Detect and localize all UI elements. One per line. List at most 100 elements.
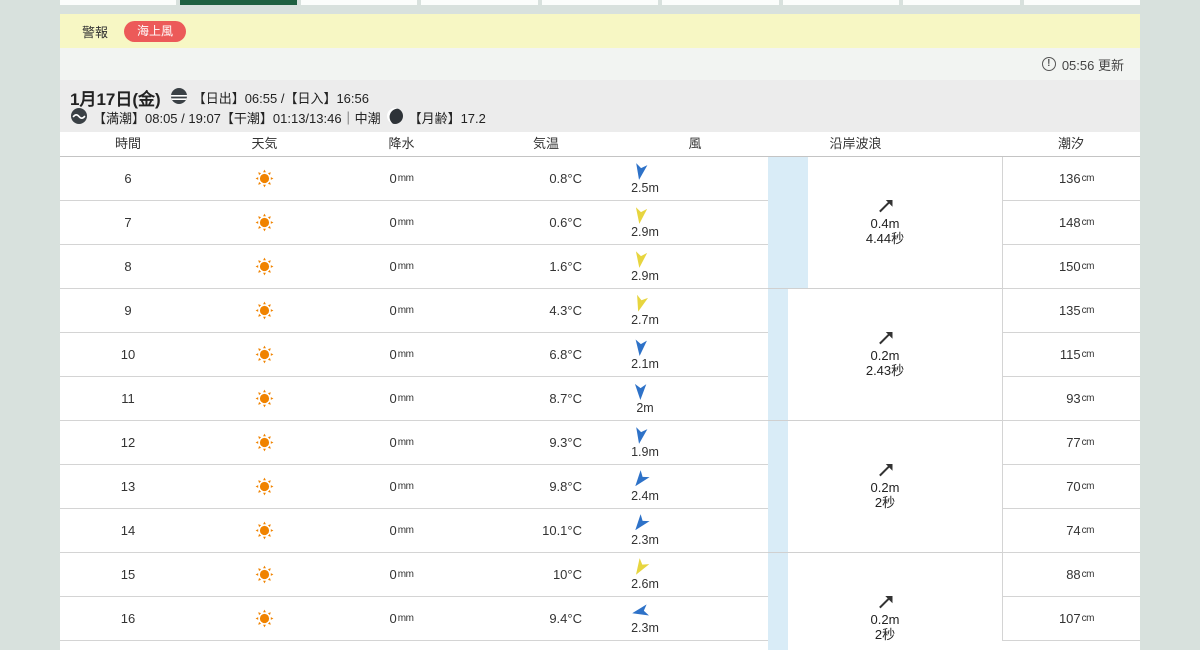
wind-speed-value: 2.5m xyxy=(631,180,659,195)
top-tab-0[interactable] xyxy=(60,0,177,5)
wave-direction-arrow-icon xyxy=(878,464,893,478)
wind-direction-arrow-icon xyxy=(631,250,648,269)
coastal-wave-group: 0.4m 4.44秒 xyxy=(768,157,1002,289)
temp-value: 9.8°C xyxy=(549,479,582,494)
wind-cell: 2.3m xyxy=(605,509,675,552)
forecast-row: 9 0 mm 4.3°C 2.7m 135 cm xyxy=(60,289,1140,333)
tide-times: 【満潮】08:05 / 19:07【干潮】01:13/13:46｜中潮 xyxy=(93,110,381,126)
tide-value: 107 cm xyxy=(1002,597,1140,641)
wind-speed-value: 2.6m xyxy=(631,576,659,591)
warning-label: 警報 xyxy=(82,24,109,40)
forecast-row: 13 0 mm 9.8°C 2.4m 70 cm xyxy=(60,465,1140,509)
wind-speed-value: 1.9m xyxy=(631,444,659,459)
update-time: 05:56 更新 xyxy=(1061,57,1124,73)
hour-value: 15 xyxy=(120,567,136,582)
wind-speed-value: 2.9m xyxy=(631,268,659,283)
precip-value: 0 mm xyxy=(389,479,414,494)
wind-direction-arrow-icon xyxy=(629,512,651,535)
sunny-icon xyxy=(196,377,333,420)
temp-value: 6.8°C xyxy=(549,347,582,362)
hour-value: 9 xyxy=(124,303,132,318)
marine-wind-warning-badge[interactable]: 海上風 xyxy=(124,20,187,42)
top-tab-5[interactable] xyxy=(662,0,779,5)
tide-value: 148 cm xyxy=(1002,201,1140,245)
wave-height-value: 0.2m xyxy=(870,479,900,495)
sunny-icon xyxy=(196,289,333,332)
forecast-row: 6 0 mm 0.8°C 2.5m 136 cm xyxy=(60,157,1140,201)
sunny-icon xyxy=(196,553,333,596)
col-header-time: 時間 xyxy=(114,136,141,151)
wind-direction-arrow-icon xyxy=(631,425,649,444)
tide-value: 74 cm xyxy=(1002,509,1140,553)
forecast-row: 11 0 mm 8.7°C 2m 93 cm xyxy=(60,377,1140,421)
hour-value: 6 xyxy=(124,171,132,186)
warning-banner: 警報 海上風 xyxy=(60,14,1140,48)
wind-speed-value: 2.9m xyxy=(631,224,659,239)
wave-direction-arrow-icon xyxy=(878,332,893,346)
forecast-row: 15 0 mm 10°C 2.6m 88 cm xyxy=(60,553,1140,597)
temp-value: 9.3°C xyxy=(549,435,582,450)
wind-cell: 2.7m xyxy=(605,289,675,332)
top-tab-4[interactable] xyxy=(541,0,659,5)
precip-value: 0 mm xyxy=(389,611,414,626)
temp-value: 0.6°C xyxy=(549,215,582,230)
tide-value: 88 cm xyxy=(1002,553,1140,597)
hour-value: 16 xyxy=(120,611,136,626)
top-tab-3[interactable] xyxy=(421,0,538,5)
col-header-precip: 降水 xyxy=(388,136,415,151)
tide-value: 77 cm xyxy=(1002,421,1140,465)
col-header-weather: 天気 xyxy=(251,136,278,151)
hour-value: 8 xyxy=(124,259,132,274)
hour-value: 12 xyxy=(120,435,136,450)
top-tab-6[interactable] xyxy=(782,0,900,5)
wind-cell: 2.1m xyxy=(605,333,675,376)
wind-direction-arrow-icon xyxy=(631,161,649,180)
top-tab-2[interactable] xyxy=(300,0,418,5)
col-header-temp: 気温 xyxy=(532,136,559,151)
temp-value: 4.3°C xyxy=(549,303,582,318)
top-tab-8[interactable] xyxy=(1023,0,1140,5)
sunny-icon xyxy=(196,465,333,508)
wind-cell: 2.3m xyxy=(605,597,675,640)
precip-value: 0 mm xyxy=(389,567,414,582)
wind-speed-value: 2m xyxy=(636,400,654,415)
precip-value: 0 mm xyxy=(389,523,414,538)
wave-height-value: 0.2m xyxy=(870,612,900,627)
wind-speed-value: 2.3m xyxy=(631,532,659,547)
tide-value: 70 cm xyxy=(1002,465,1140,509)
precip-value: 0 mm xyxy=(389,171,414,186)
precip-value: 0 mm xyxy=(389,259,414,274)
wind-cell: 2.4m xyxy=(605,465,675,508)
precip-value: 0 mm xyxy=(389,435,414,450)
wind-direction-arrow-icon xyxy=(632,382,647,399)
wave-period-value: 4.44秒 xyxy=(865,230,905,246)
date-header: 1月17日(金) 【日出】06:55 /【日入】16:56 【満潮】08:05 … xyxy=(60,80,1140,132)
top-tab-strip xyxy=(60,0,1140,5)
table-header-row: 時間 天気 降水 気温 風 沿岸波浪 潮汐 xyxy=(60,132,1140,157)
wind-cell: 2m xyxy=(605,377,675,420)
col-header-wind: 風 xyxy=(688,136,702,151)
wind-direction-arrow-icon xyxy=(629,556,651,578)
update-strip: ! 05:56 更新 xyxy=(60,48,1140,80)
hour-value: 11 xyxy=(121,391,135,406)
wind-direction-arrow-icon xyxy=(630,293,649,313)
wave-period-value: 2秒 xyxy=(874,494,896,510)
wind-speed-value: 2.7m xyxy=(631,312,659,327)
wind-speed-value: 2.4m xyxy=(631,488,659,503)
forecast-row: 12 0 mm 9.3°C 1.9m 77 cm xyxy=(60,421,1140,465)
wave-period-value: 2秒 xyxy=(874,627,896,642)
coastal-wave-group: 0.2m 2秒 xyxy=(768,553,1002,650)
wind-cell: 1.9m xyxy=(605,421,675,464)
sunny-icon xyxy=(196,333,333,376)
sunny-icon xyxy=(196,201,333,244)
wind-direction-arrow-icon xyxy=(632,338,649,356)
wind-speed-value: 2.1m xyxy=(631,356,659,371)
hourly-forecast-table: 時間 天気 降水 気温 風 沿岸波浪 潮汐 6 0 mm 0.8°C 2.5m … xyxy=(60,132,1140,650)
top-tab-1[interactable] xyxy=(180,0,297,5)
top-tab-7[interactable] xyxy=(903,0,1020,5)
wave-period-value: 2.43秒 xyxy=(865,362,905,378)
sunrise-sunset-times: 【日出】06:55 /【日入】16:56 xyxy=(192,90,369,106)
coastal-wave-group: 0.2m 2秒 xyxy=(768,421,1002,553)
wave-info: 0.2m 2秒 xyxy=(768,421,1002,552)
wind-cell: 2.6m xyxy=(605,553,675,596)
